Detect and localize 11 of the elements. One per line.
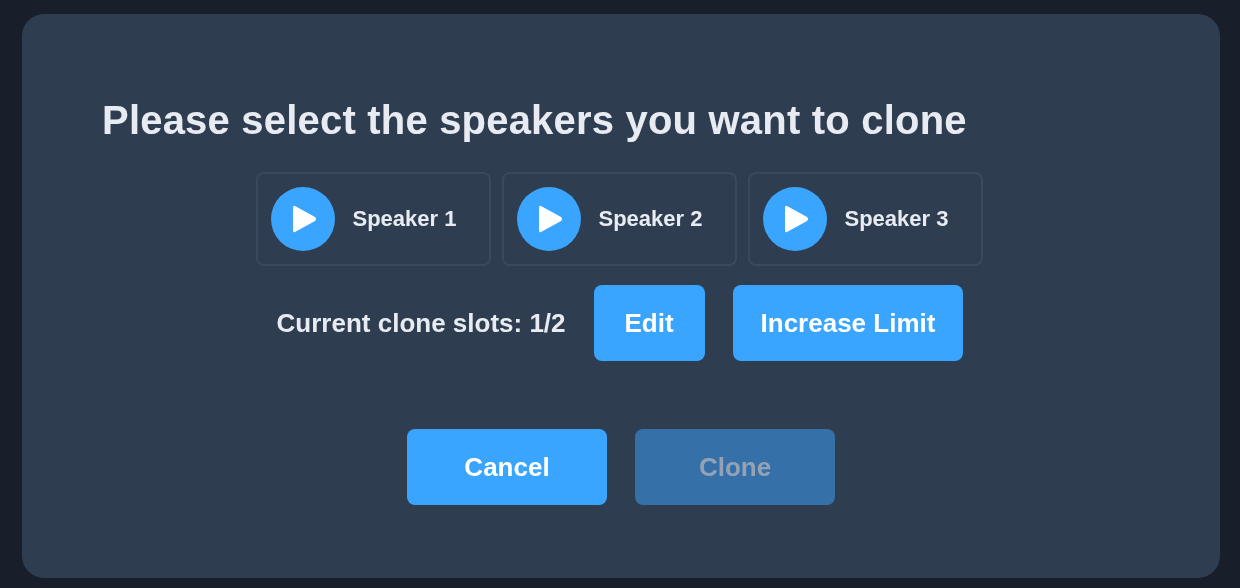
- play-icon[interactable]: [270, 187, 335, 251]
- speaker-card[interactable]: Speaker 2: [501, 172, 737, 266]
- increase-limit-button[interactable]: Increase Limit: [732, 285, 964, 361]
- clone-slots-text: Current clone slots: 1/2: [276, 307, 566, 339]
- dialog-title: Please select the speakers you want to clone: [102, 97, 968, 144]
- speaker-card[interactable]: Speaker 1: [255, 172, 491, 266]
- speaker-card[interactable]: Speaker 3: [747, 172, 983, 266]
- play-icon[interactable]: [516, 187, 581, 251]
- cancel-button[interactable]: Cancel: [407, 429, 607, 505]
- play-icon[interactable]: [762, 187, 827, 251]
- edit-button[interactable]: Edit: [593, 285, 705, 361]
